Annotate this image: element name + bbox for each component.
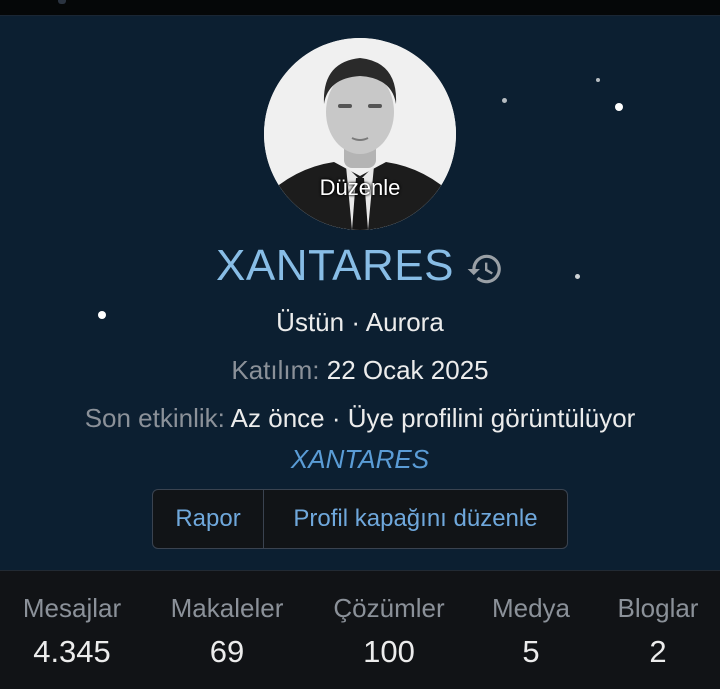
history-icon[interactable] — [466, 250, 504, 288]
avatar-edit-label[interactable]: Düzenle — [264, 175, 456, 201]
joined-line: Katılım: 22 Ocak 2025 — [0, 355, 720, 386]
edit-cover-button[interactable]: Profil kapağını düzenle — [264, 490, 567, 548]
cover-star — [596, 78, 600, 82]
stat-blogs[interactable]: Bloglar 2 — [603, 593, 713, 670]
last-activity-line: Son etkinlik: Az önce · Üye profilini gö… — [0, 403, 720, 434]
profile-actions: Rapor Profil kapağını düzenle — [152, 489, 568, 549]
stat-articles[interactable]: Makaleler 69 — [157, 593, 297, 670]
cover-star — [615, 103, 623, 111]
stat-value: 69 — [209, 634, 245, 669]
stat-solutions[interactable]: Çözümler 100 — [320, 593, 458, 670]
stat-label: Medya — [491, 593, 571, 623]
stat-media[interactable]: Medya 5 — [476, 593, 586, 670]
avatar-photo — [264, 38, 456, 230]
stat-label: Mesajlar — [22, 593, 122, 623]
top-bar-nub — [58, 0, 66, 4]
joined-label: Katılım: — [231, 355, 320, 385]
username-row: XANTARES — [0, 238, 720, 294]
stats-bar: Mesajlar 4.345 Makaleler 69 Çözümler 100… — [0, 570, 720, 689]
username[interactable]: XANTARES — [216, 241, 454, 291]
last-activity-value: Az önce · Üye profilini görüntülüyor — [230, 403, 636, 433]
joined-value: 22 Ocak 2025 — [326, 355, 489, 385]
avatar[interactable]: Düzenle — [264, 38, 456, 230]
stat-label: Makaleler — [170, 593, 284, 623]
report-button[interactable]: Rapor — [153, 490, 264, 548]
stat-label: Bloglar — [617, 593, 699, 623]
stat-messages[interactable]: Mesajlar 4.345 — [12, 593, 132, 670]
stat-value: 100 — [363, 634, 415, 669]
stat-value: 4.345 — [33, 634, 111, 669]
stat-value: 5 — [522, 634, 540, 669]
cover-star — [502, 98, 507, 103]
last-activity-label: Son etkinlik: — [84, 403, 225, 433]
stat-value: 2 — [649, 634, 667, 669]
activity-link[interactable]: XANTARES — [0, 444, 720, 475]
top-bar — [0, 0, 720, 16]
user-title-line: Üstün · Aurora — [276, 307, 444, 337]
stat-label: Çözümler — [333, 593, 445, 623]
